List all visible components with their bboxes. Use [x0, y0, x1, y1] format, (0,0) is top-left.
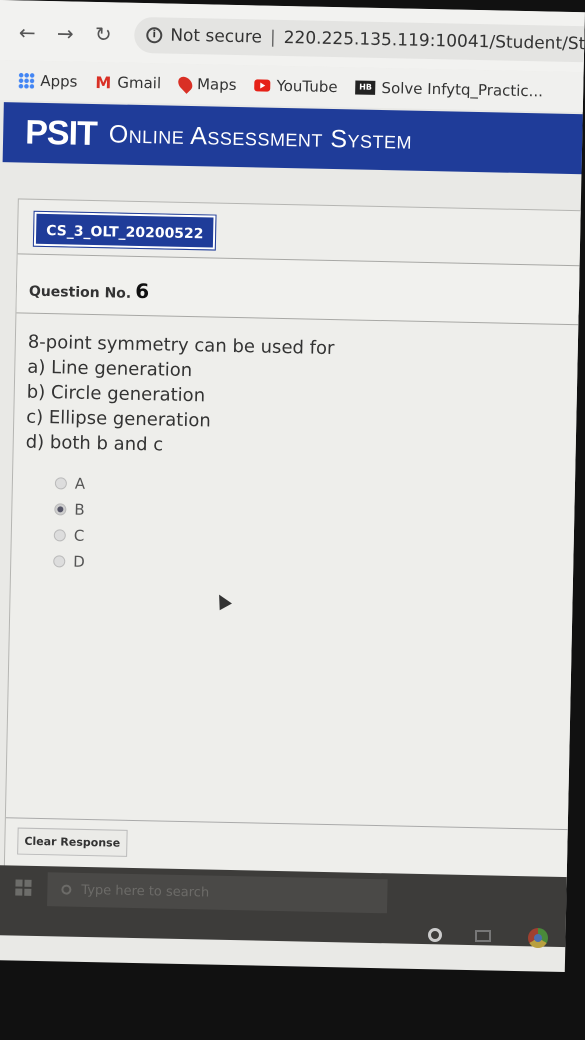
address-bar[interactable]: i Not secure | 220.225.135.119:10041/Stu…: [133, 16, 585, 63]
question-header: Question No. 6: [16, 253, 585, 326]
bookmark-label: Solve Infytq_Practic...: [381, 79, 544, 101]
bookmark-youtube[interactable]: YouTube: [254, 76, 338, 97]
app-header: PSIT Online Assessment System: [2, 102, 585, 175]
option-label: D: [73, 552, 86, 571]
reload-icon[interactable]: ↻: [91, 22, 115, 46]
hackerblocks-icon: HB: [355, 80, 376, 95]
chrome-icon[interactable]: [528, 928, 548, 948]
radio-a[interactable]: [54, 477, 68, 490]
option-c[interactable]: C: [53, 522, 86, 549]
option-a[interactable]: A: [54, 470, 87, 497]
radio-b[interactable]: [54, 503, 67, 516]
test-code-tab[interactable]: CS_3_OLT_20200522: [32, 210, 217, 251]
windows-start-icon[interactable]: [15, 879, 32, 896]
bookmark-label: YouTube: [276, 76, 338, 97]
brand-logo: PSIT: [24, 113, 98, 153]
url-text: 220.225.135.119:10041/Student/Studen: [283, 27, 585, 56]
mouse-cursor-icon: [212, 591, 232, 611]
question-number-label: Question No.: [28, 283, 132, 302]
bookmark-label: Apps: [40, 71, 78, 91]
bookmark-label: Maps: [196, 75, 237, 94]
option-b[interactable]: B: [54, 496, 86, 523]
bookmark-maps[interactable]: Maps: [175, 73, 237, 94]
question-number-value: 6: [134, 278, 150, 304]
cortana-icon[interactable]: [428, 928, 442, 942]
question-number: Question No. 6: [28, 277, 150, 304]
question-panel: CS_3_OLT_20200522 Question No. 6 8-point …: [3, 198, 585, 891]
taskbar-search[interactable]: Type here to search: [47, 872, 388, 914]
apps-icon: [18, 72, 35, 89]
radio-d[interactable]: [53, 555, 66, 568]
omnibox-separator: |: [269, 27, 276, 48]
security-label: Not secure: [170, 25, 263, 48]
search-placeholder: Type here to search: [81, 882, 210, 901]
forward-icon[interactable]: →: [53, 21, 77, 45]
clear-response-button[interactable]: Clear Response: [17, 827, 128, 857]
option-label: A: [74, 474, 86, 493]
radio-c[interactable]: [53, 529, 66, 542]
bookmark-infytq[interactable]: HB Solve Infytq_Practic...: [355, 78, 543, 100]
option-d[interactable]: D: [53, 548, 85, 575]
maps-icon: [175, 73, 195, 94]
option-label: B: [74, 500, 85, 519]
gmail-icon: M: [95, 72, 112, 92]
screen: ← → ↻ i Not secure | 220.225.135.119:100…: [0, 0, 585, 973]
system-name: Online Assessment System: [108, 119, 413, 155]
option-label: C: [73, 526, 85, 545]
bookmark-gmail[interactable]: M Gmail: [95, 73, 161, 93]
back-icon[interactable]: ←: [15, 20, 39, 44]
taskbar: Type here to search: [0, 864, 585, 948]
bookmark-label: Gmail: [117, 73, 162, 93]
search-icon: [61, 884, 72, 895]
bookmark-apps[interactable]: Apps: [18, 71, 78, 91]
task-view-icon[interactable]: [475, 930, 491, 942]
youtube-icon: [254, 79, 271, 92]
question-text: 8-point symmetry can be used for a) Line…: [25, 331, 335, 456]
answer-options: A B C D: [53, 470, 87, 575]
info-icon[interactable]: i: [146, 27, 163, 44]
